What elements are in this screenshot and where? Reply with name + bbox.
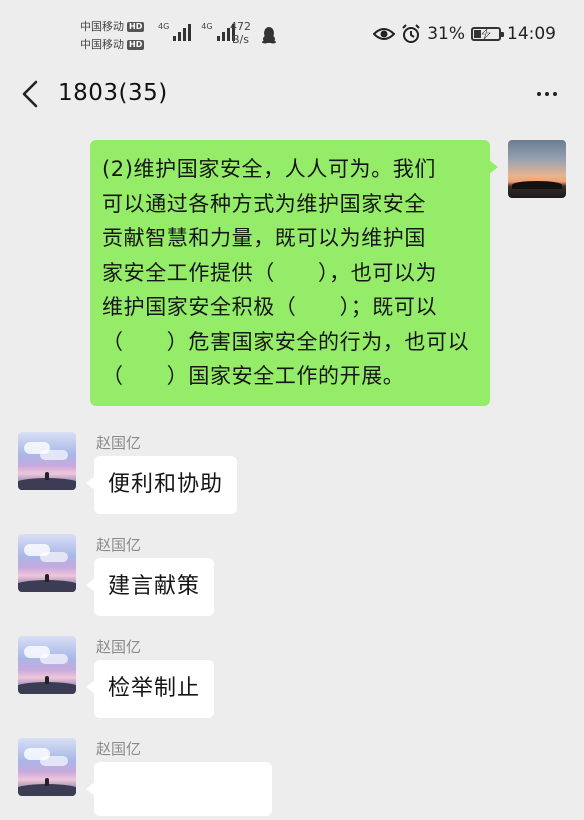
status-right-group: 31% 14:09 (373, 24, 556, 44)
outgoing-line: 家安全工作提供（ ），也可以为 (102, 260, 438, 285)
avatar[interactable] (18, 738, 76, 796)
carrier-info: 中国移动 HD 中国移动 HD (80, 18, 145, 54)
avatar[interactable] (18, 636, 76, 694)
network-2-label: 4G (201, 22, 213, 31)
incoming-bubble[interactable]: 建言献策 (85, 558, 215, 616)
hd-badge-2: HD (127, 40, 145, 50)
hd-badge-1: HD (127, 22, 145, 32)
outgoing-line: （ ）国家安全工作的开展。 (102, 364, 405, 388)
incoming-bubble[interactable]: 检举制止 (85, 660, 215, 718)
status-bar: 中国移动 HD 中国移动 HD 4G 4G 472 B/s 31% 14:09 (0, 0, 584, 62)
incoming-bubble[interactable] (86, 762, 272, 816)
back-button[interactable] (16, 78, 44, 110)
outgoing-line: 贡献智慧和力量，既可以为维护国 (102, 226, 426, 250)
sender-name: 赵国亿 (96, 740, 142, 758)
net-speed: 472 B/s (230, 20, 251, 46)
signal-indicators: 4G 4G (158, 22, 235, 41)
sender-name: 赵国亿 (96, 638, 142, 656)
battery-charging-icon (471, 27, 504, 41)
net-speed-unit: B/s (232, 33, 249, 46)
sender-name: 赵国亿 (96, 434, 142, 452)
outgoing-bubble[interactable]: (2)维护国家安全，人人可为。我们 可以通过各种方式为维护国家安全 贡献智慧和力… (90, 140, 498, 406)
incoming-message: 赵国亿 (18, 738, 272, 820)
alarm-icon (402, 24, 420, 43)
more-options-button[interactable] (530, 84, 564, 104)
outgoing-line: （ ）危害国家安全的行为，也可以 (102, 329, 470, 354)
incoming-message: 赵国亿 建言献策 (18, 534, 215, 616)
sender-name: 赵国亿 (96, 536, 142, 554)
chevron-left-icon (22, 80, 38, 108)
eye-icon (373, 28, 396, 40)
net-speed-value: 472 (230, 20, 251, 33)
incoming-message: 赵国亿 便利和协助 (18, 432, 238, 514)
signal-1-icon (173, 23, 192, 41)
chat-title: 1803(35) (58, 80, 168, 106)
network-1-label: 4G (158, 22, 170, 31)
avatar[interactable] (18, 534, 76, 592)
outgoing-line: (2)维护国家安全，人人可为。我们 (102, 157, 436, 181)
outgoing-message: (2)维护国家安全，人人可为。我们 可以通过各种方式为维护国家安全 贡献智慧和力… (90, 140, 566, 406)
self-avatar[interactable] (508, 140, 566, 198)
outgoing-line: 可以通过各种方式为维护国家安全 (102, 191, 426, 216)
clock-time: 14:09 (507, 24, 556, 44)
incoming-message: 赵国亿 检举制止 (18, 636, 215, 718)
more-dots-icon (537, 92, 541, 96)
outgoing-line: 维护国家安全积极（ ）；既可以 (102, 295, 438, 319)
message-list[interactable]: (2)维护国家安全，人人可为。我们 可以通过各种方式为维护国家安全 贡献智慧和力… (0, 126, 584, 816)
battery-percent: 31% (427, 24, 465, 44)
qq-icon (262, 27, 276, 44)
carrier-2-label: 中国移动 (80, 38, 124, 51)
incoming-bubble[interactable]: 便利和协助 (85, 456, 238, 514)
carrier-1-label: 中国移动 (80, 20, 124, 33)
avatar[interactable] (18, 432, 76, 490)
chat-header: 1803(35) (0, 62, 584, 126)
